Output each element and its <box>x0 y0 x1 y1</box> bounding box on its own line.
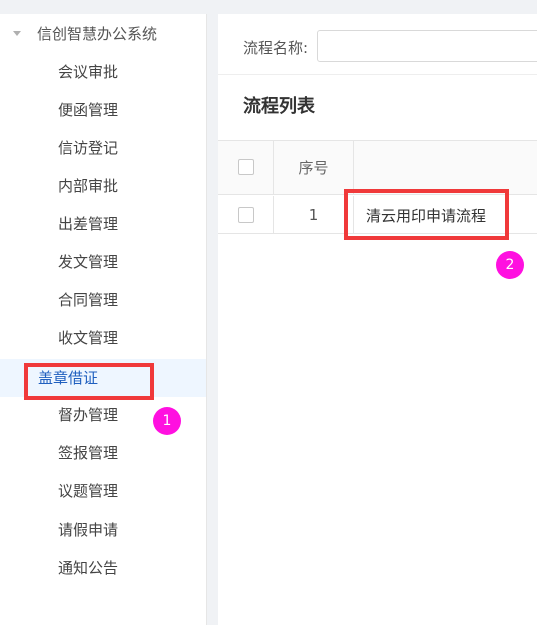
process-name-label: 流程名称: <box>243 39 309 57</box>
column-header-index: 序号 <box>274 141 354 194</box>
sidebar-item-petition[interactable]: 信访登记 <box>0 129 206 167</box>
row-checkbox[interactable] <box>238 207 254 223</box>
sidebar-item-leave-request[interactable]: 请假申请 <box>0 511 206 549</box>
select-all-checkbox[interactable] <box>238 159 254 175</box>
process-name-cell[interactable]: 清云用印申请流程 <box>366 205 486 226</box>
sidebar-item-internal-approval[interactable]: 内部审批 <box>0 167 206 205</box>
sidebar-item-incoming-docs[interactable]: 收文管理 <box>0 319 206 357</box>
sidebar-item-label: 通知公告 <box>58 559 119 577</box>
sidebar-item-label: 盖章借证 <box>38 369 99 387</box>
sidebar-group-header[interactable]: 信创智慧办公系统 <box>0 14 207 52</box>
sidebar-item-meeting-approval[interactable]: 会议审批 <box>0 53 206 91</box>
sidebar-item-label: 便函管理 <box>58 101 119 119</box>
sidebar-item-label: 签报管理 <box>58 444 119 462</box>
table-header: 序号 <box>218 141 537 195</box>
top-strip <box>0 0 537 14</box>
sidebar-group-title: 信创智慧办公系统 <box>37 25 158 43</box>
header-checkbox-cell <box>218 141 274 194</box>
sidebar: 信创智慧办公系统 会议审批 便函管理 信访登记 内部审批 出差管理 发文管理 合… <box>0 14 207 625</box>
sidebar-item-label: 出差管理 <box>58 215 119 233</box>
sidebar-item-contracts[interactable]: 合同管理 <box>0 281 206 319</box>
sidebar-item-label: 发文管理 <box>58 253 119 271</box>
sidebar-item-label: 议题管理 <box>58 482 119 500</box>
sidebar-item-memo[interactable]: 便函管理 <box>0 91 206 129</box>
row-index: 1 <box>274 196 354 233</box>
sidebar-item-notices[interactable]: 通知公告 <box>0 549 206 587</box>
sidebar-item-label: 信访登记 <box>58 139 119 157</box>
filter-bar: 流程名称: <box>218 14 537 75</box>
sidebar-item-label: 收文管理 <box>58 329 119 347</box>
sidebar-item-label: 内部审批 <box>58 177 119 195</box>
sidebar-item-label: 督办管理 <box>58 406 119 424</box>
sidebar-item-label: 请假申请 <box>58 521 119 539</box>
sidebar-item-outgoing-docs[interactable]: 发文管理 <box>0 243 206 281</box>
step-badge-1: 1 <box>153 407 181 435</box>
table-row[interactable]: 1 清云用印申请流程 <box>218 189 537 240</box>
sidebar-item-label: 会议审批 <box>58 63 119 81</box>
sidebar-item-sign-report[interactable]: 签报管理 <box>0 434 206 472</box>
process-name-input[interactable] <box>317 30 537 62</box>
sidebar-item-topics[interactable]: 议题管理 <box>0 472 206 510</box>
main-content: 流程名称: 流程列表 序号 1 清云用印申请流程 <box>218 14 537 625</box>
sidebar-item-seal-borrow[interactable]: 盖章借证 <box>0 359 206 400</box>
step-badge-2: 2 <box>496 251 524 279</box>
page-title: 流程列表 <box>243 96 315 117</box>
sidebar-item-business-trip[interactable]: 出差管理 <box>0 205 206 243</box>
sidebar-item-label: 合同管理 <box>58 291 119 309</box>
row-checkbox-cell <box>218 196 274 233</box>
caret-down-icon <box>13 31 21 36</box>
process-table: 序号 1 清云用印申请流程 <box>218 140 537 240</box>
